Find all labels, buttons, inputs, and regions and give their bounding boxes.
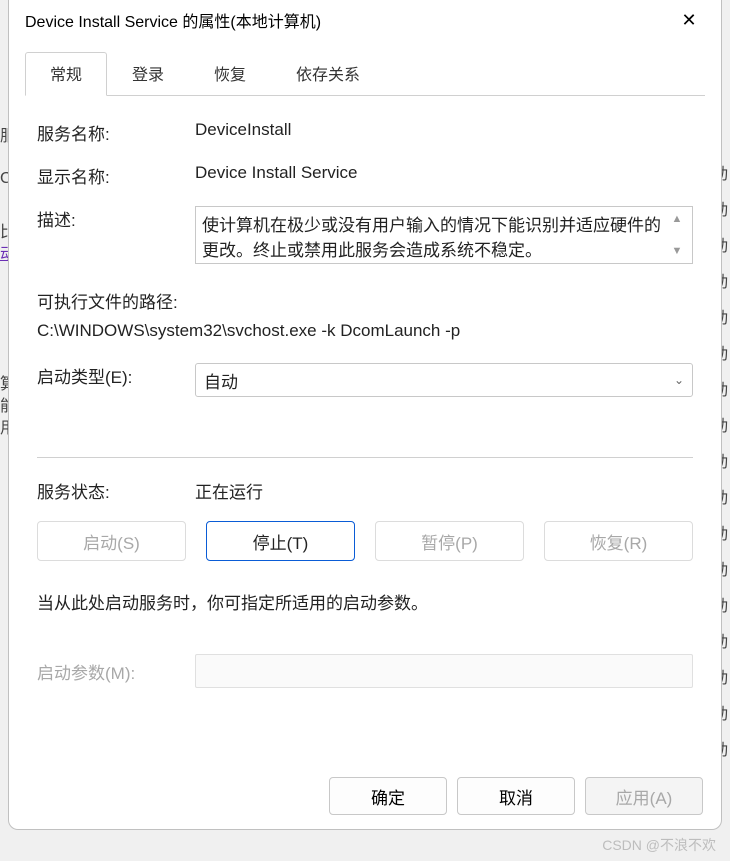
tab-logon[interactable]: 登录 <box>107 52 189 96</box>
tab-general[interactable]: 常规 <box>25 52 107 96</box>
description-scrollbar[interactable]: ▲ ▼ <box>668 211 686 259</box>
pause-button: 暂停(P) <box>375 521 524 561</box>
divider <box>37 457 693 458</box>
service-status-value: 正在运行 <box>195 478 693 503</box>
scroll-down-icon: ▼ <box>672 245 683 257</box>
service-name-row: 服务名称: DeviceInstall <box>37 120 693 145</box>
titlebar: Device Install Service 的属性(本地计算机) ✕ <box>9 0 721 40</box>
display-name-value: Device Install Service <box>195 163 693 188</box>
cancel-button[interactable]: 取消 <box>457 777 575 815</box>
display-name-row: 显示名称: Device Install Service <box>37 163 693 188</box>
close-button[interactable]: ✕ <box>673 4 705 36</box>
tab-dependencies[interactable]: 依存关系 <box>271 52 385 96</box>
service-name-label: 服务名称: <box>37 120 195 145</box>
start-params-row: 启动参数(M): <box>37 654 693 688</box>
tabs: 常规 登录 恢复 依存关系 <box>25 52 705 96</box>
service-status-row: 服务状态: 正在运行 <box>37 478 693 503</box>
window-title: Device Install Service 的属性(本地计算机) <box>25 8 321 32</box>
start-params-hint: 当从此处启动服务时，你可指定所适用的启动参数。 <box>37 589 693 614</box>
display-name-label: 显示名称: <box>37 163 195 188</box>
startup-type-selected: 自动 <box>204 368 238 393</box>
startup-type-row: 启动类型(E): 自动 ⌄ <box>37 363 693 397</box>
chevron-down-icon: ⌄ <box>674 373 684 387</box>
dialog-footer: 确定 取消 应用(A) <box>9 765 721 829</box>
resume-button: 恢复(R) <box>544 521 693 561</box>
service-properties-dialog: Device Install Service 的属性(本地计算机) ✕ 常规 登… <box>8 0 722 830</box>
startup-type-select[interactable]: 自动 ⌄ <box>195 363 693 397</box>
description-row: 描述: 使计算机在极少或没有用户输入的情况下能识别并适应硬件的更改。终止或禁用此… <box>37 206 693 264</box>
exe-path-label: 可执行文件的路径: <box>37 288 693 313</box>
scroll-up-icon: ▲ <box>672 213 683 225</box>
exe-path-value: C:\WINDOWS\system32\svchost.exe -k DcomL… <box>37 321 693 341</box>
exe-path-block: 可执行文件的路径: C:\WINDOWS\system32\svchost.ex… <box>37 288 693 341</box>
start-params-input <box>195 654 693 688</box>
description-box[interactable]: 使计算机在极少或没有用户输入的情况下能识别并适应硬件的更改。终止或禁用此服务会造… <box>195 206 693 264</box>
startup-type-label: 启动类型(E): <box>37 363 195 397</box>
service-name-value: DeviceInstall <box>195 120 693 145</box>
description-label: 描述: <box>37 206 195 264</box>
tab-content-general: 服务名称: DeviceInstall 显示名称: Device Install… <box>9 96 721 765</box>
stop-button[interactable]: 停止(T) <box>206 521 355 561</box>
watermark: CSDN @不浪不欢 <box>602 835 716 855</box>
tab-recovery[interactable]: 恢复 <box>189 52 271 96</box>
start-button: 启动(S) <box>37 521 186 561</box>
apply-button: 应用(A) <box>585 777 703 815</box>
service-status-label: 服务状态: <box>37 478 195 503</box>
tabs-container: 常规 登录 恢复 依存关系 <box>9 40 721 96</box>
service-control-buttons: 启动(S) 停止(T) 暂停(P) 恢复(R) <box>37 521 693 561</box>
ok-button[interactable]: 确定 <box>329 777 447 815</box>
description-text: 使计算机在极少或没有用户输入的情况下能识别并适应硬件的更改。终止或禁用此服务会造… <box>202 211 668 259</box>
close-icon: ✕ <box>681 10 696 31</box>
start-params-label: 启动参数(M): <box>37 659 195 684</box>
